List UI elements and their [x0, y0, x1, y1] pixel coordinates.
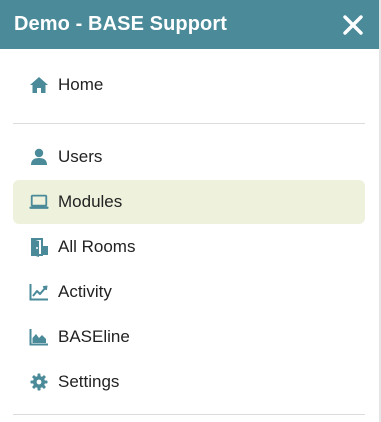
menu-item-label: BASEline [58, 327, 130, 346]
menu-divider [13, 414, 365, 415]
menu-item-users[interactable]: Users [13, 135, 365, 179]
close-icon [343, 14, 363, 35]
menu-item-label: Activity [58, 282, 112, 301]
menu-item-modules[interactable]: Modules [13, 180, 365, 224]
menu-item-label: Modules [58, 192, 123, 211]
menu-item-label: Home [58, 75, 104, 94]
user-icon [29, 147, 49, 167]
area-chart-icon [29, 327, 49, 347]
line-chart-icon [29, 282, 49, 302]
menu-item-home[interactable]: Home [13, 63, 365, 107]
menu-item-all-rooms[interactable]: All Rooms [13, 225, 365, 269]
menu-item-settings[interactable]: Settings [13, 360, 365, 404]
menu-item-label: All Rooms [58, 237, 136, 256]
drawer-header: Demo - BASE Support [0, 0, 379, 49]
laptop-icon [29, 192, 49, 212]
door-icon [29, 237, 49, 257]
menu-item-label: Users [58, 147, 103, 166]
close-button[interactable] [341, 13, 365, 37]
navigation-drawer: Demo - BASE Support Home Users Modules A… [0, 0, 381, 422]
menu-item-baseline[interactable]: BASEline [13, 315, 365, 359]
gear-icon [29, 372, 49, 392]
menu-item-label: Settings [58, 372, 120, 391]
drawer-menu: Home Users Modules All Rooms Activity BA… [0, 49, 379, 415]
home-icon [29, 75, 49, 95]
menu-item-activity[interactable]: Activity [13, 270, 365, 314]
drawer-title: Demo - BASE Support [14, 13, 228, 35]
